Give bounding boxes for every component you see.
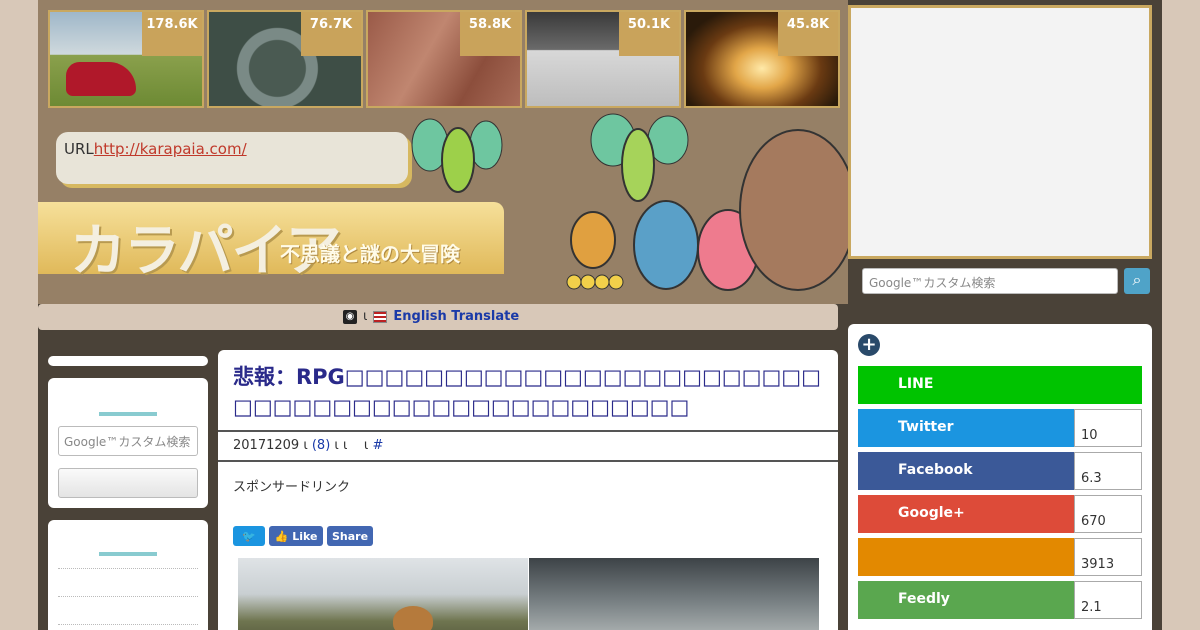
page-wrapper: 178.6K 76.7K 58.8K 50.1K 45.8K URLhttp:/…	[38, 0, 1162, 630]
meta-separator: ι	[303, 438, 308, 453]
article-title[interactable]: 悲報：RPG□□□□□□□□□□□□□□□□□□□□□□□□□□□□□□□□□□…	[233, 362, 825, 422]
share-label[interactable]	[858, 538, 1074, 576]
left-search-input[interactable]: Google™カスタム検索	[58, 426, 198, 456]
share-row-feedly[interactable]: Feedly 2.1	[858, 581, 1142, 619]
share-count: 10	[1074, 409, 1142, 447]
hash-link[interactable]: #	[372, 438, 383, 453]
view-count: 76.7K	[301, 12, 361, 56]
share-count: 670	[1074, 495, 1142, 533]
article-photo-left	[238, 558, 528, 630]
sidebar-ad-box[interactable]	[848, 5, 1152, 259]
share-panel: + LINE Twitter 10 Facebook 6.3 Google+ 670 3913…	[848, 324, 1152, 630]
share-count: 6.3	[1074, 452, 1142, 490]
share-row-line[interactable]: LINE	[858, 366, 1142, 404]
share-count: 2.1	[1074, 581, 1142, 619]
search-icon[interactable]: ⌕	[1124, 268, 1150, 294]
left-search-panel: Google™カスタム検索	[48, 378, 208, 508]
share-row-facebook[interactable]: Facebook 6.3	[858, 452, 1142, 490]
pod-shape	[66, 62, 136, 96]
site-url-link[interactable]: http://karapaia.com/	[94, 140, 247, 158]
globe-icon[interactable]: ◉	[343, 309, 357, 324]
left-search-button[interactable]	[58, 468, 198, 498]
heading-divider	[99, 412, 157, 416]
view-count: 58.8K	[460, 12, 520, 56]
translate-separator: ι	[363, 309, 368, 324]
share-row-twitter[interactable]: Twitter 10	[858, 409, 1142, 447]
mascot-characters-illustration	[411, 113, 857, 291]
thumb-1[interactable]: 178.6K	[48, 10, 204, 108]
facebook-like-button[interactable]: 👍 Like	[269, 526, 323, 546]
share-label: Share	[331, 529, 369, 543]
view-count: 178.6K	[142, 12, 202, 56]
fairy-mascot	[411, 118, 503, 193]
blue-bird-mascot	[633, 200, 699, 290]
twitter-bird-icon: 🐦	[242, 529, 256, 543]
facebook-share-button[interactable]: Share	[327, 526, 373, 546]
share-label[interactable]: LINE	[858, 366, 1142, 404]
thumb-3[interactable]: 58.8K	[366, 10, 522, 108]
thumb-4[interactable]: 50.1K	[525, 10, 681, 108]
uk-flag-icon	[373, 310, 388, 323]
url-prefix: URL	[64, 140, 94, 158]
view-count: 50.1K	[619, 12, 679, 56]
article-date: 20171209	[233, 438, 300, 453]
like-label: Like	[292, 529, 318, 543]
tweet-button[interactable]: 🐦	[233, 526, 265, 546]
brown-blob-mascot	[739, 129, 857, 291]
list-divider	[58, 568, 198, 569]
sidebar-search-input[interactable]: Google™カスタム検索	[862, 268, 1118, 294]
share-label[interactable]: Feedly	[858, 581, 1074, 619]
share-label[interactable]: Facebook	[858, 452, 1074, 490]
thumb-5[interactable]: 45.8K	[684, 10, 840, 108]
dog-figure	[393, 606, 433, 630]
article-card: 悲報：RPG□□□□□□□□□□□□□□□□□□□□□□□□□□□□□□□□□□…	[218, 350, 838, 630]
left-list-panel	[48, 520, 208, 630]
share-row-google[interactable]: Google+ 670	[858, 495, 1142, 533]
view-count: 45.8K	[778, 12, 838, 56]
article-meta: 20171209 ι (8) ι ι ι #	[218, 430, 838, 462]
translate-links: ◉ ι English Translate	[343, 309, 519, 324]
header-area: 178.6K 76.7K 58.8K 50.1K 45.8K URLhttp:/…	[38, 0, 857, 304]
meta-separator: ι	[363, 438, 369, 453]
share-label[interactable]: Google+	[858, 495, 1074, 533]
left-top-panel	[48, 356, 208, 366]
orange-creature-mascot	[566, 211, 624, 290]
sponsored-link-label: スポンサードリンク	[233, 480, 351, 495]
plus-icon[interactable]: +	[858, 334, 880, 356]
thumbs-up-icon: 👍	[274, 529, 289, 543]
butterfly-mascot	[590, 113, 689, 202]
meta-separator: ι ι	[334, 438, 348, 453]
english-translate-link[interactable]: English Translate	[393, 309, 519, 324]
list-divider	[58, 596, 198, 597]
thumb-2[interactable]: 76.7K	[207, 10, 363, 108]
article-photo-right	[529, 558, 819, 630]
share-label[interactable]: Twitter	[858, 409, 1074, 447]
heading-divider	[99, 552, 157, 556]
site-url-box: URLhttp://karapaia.com/	[56, 132, 408, 184]
translate-bar: ◉ ι English Translate	[38, 304, 838, 330]
share-row-other[interactable]: 3913	[858, 538, 1142, 576]
share-count: 3913	[1074, 538, 1142, 576]
list-divider	[58, 624, 198, 625]
comment-count-link[interactable]: (8)	[312, 438, 330, 453]
